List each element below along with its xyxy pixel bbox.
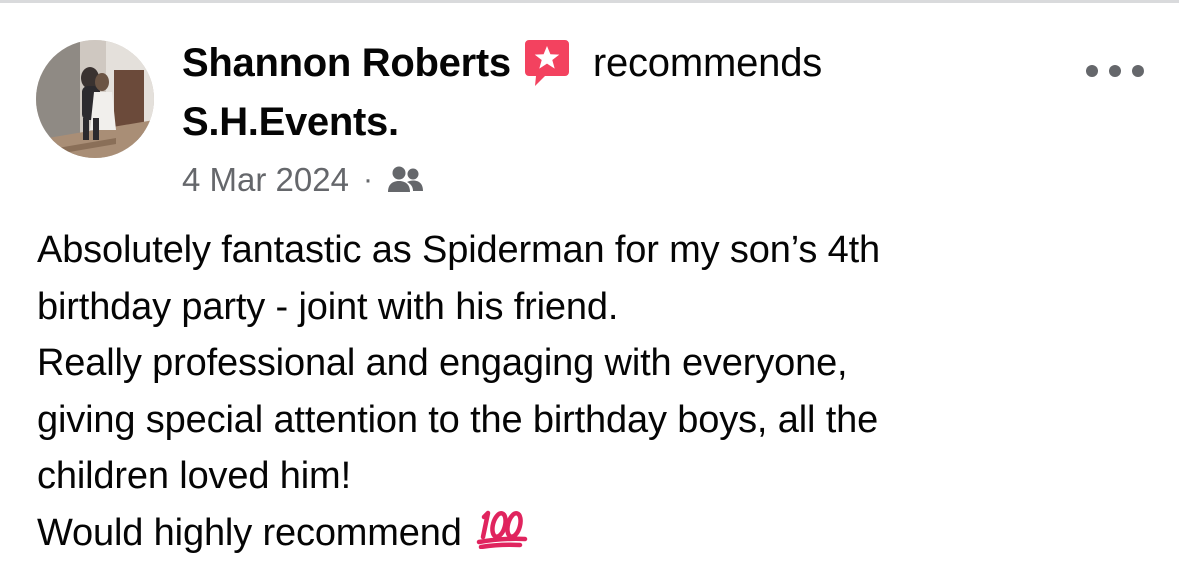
post-body-line: Absolutely fantastic as Spiderman for my… [37, 229, 880, 271]
friends-icon[interactable] [387, 165, 425, 195]
avatar[interactable] [36, 40, 154, 158]
post-body-line: Would highly recommend [37, 511, 462, 554]
post-body-line: giving special attention to the birthday… [37, 398, 879, 441]
post-body-last-line: Would highly recommend [37, 505, 1157, 562]
post-body-line: children loved him! [37, 455, 351, 498]
recommends-label: recommends [592, 40, 823, 85]
author-name[interactable]: Shannon Roberts [182, 41, 511, 86]
post-body: Absolutely fantastic as Spiderman for my… [37, 222, 1157, 562]
meta-separator: · [362, 163, 373, 196]
more-dot [1109, 65, 1121, 77]
post-body-line: birthday party - joint with his friend. [37, 285, 619, 328]
hundred-points-emoji-icon [476, 505, 528, 549]
more-dot [1086, 65, 1098, 77]
post-body-line: Really professional and engaging with ev… [37, 342, 848, 385]
more-dot [1132, 65, 1144, 77]
recommended-page-name[interactable]: S.H.Events. [182, 100, 399, 145]
post-date[interactable]: 4 Mar 2024 [182, 161, 349, 199]
post-meta: 4 Mar 2024 · [182, 160, 425, 200]
recommendation-star-icon [523, 38, 571, 88]
post-header: Shannon Roberts recommends [182, 40, 822, 86]
top-divider [0, 0, 1179, 3]
more-options-icon[interactable] [1086, 56, 1144, 86]
